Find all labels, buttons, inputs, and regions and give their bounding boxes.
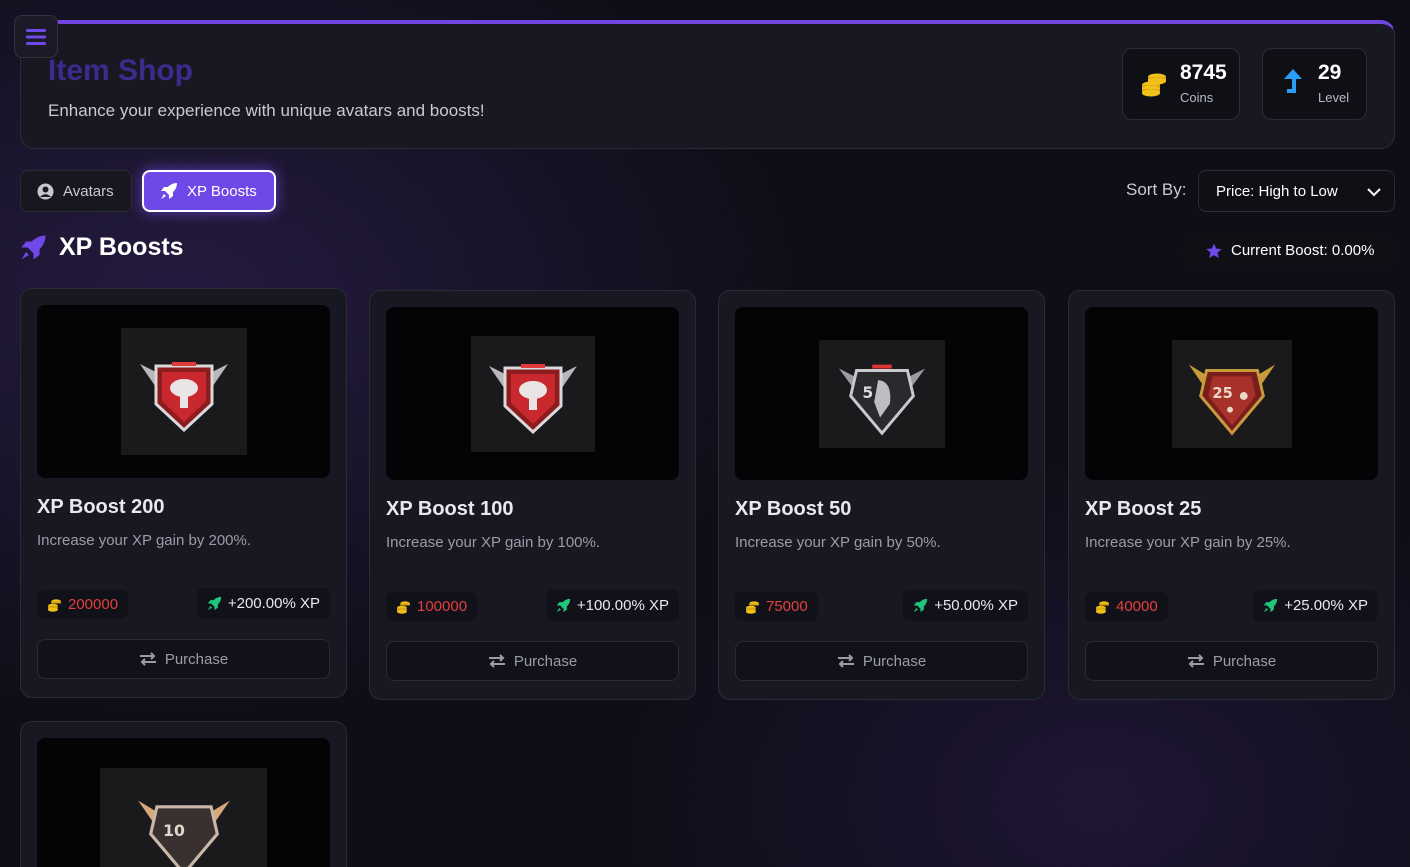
hamburger-icon — [26, 28, 46, 45]
item-price: 100000 — [386, 592, 478, 621]
rocket-icon — [20, 234, 47, 261]
rocket-icon — [913, 598, 928, 613]
red-nuke-emblem-icon — [488, 363, 577, 434]
coins-value: 8745 — [1180, 61, 1227, 84]
coins-icon — [745, 599, 760, 614]
coins-icon — [1095, 599, 1110, 614]
item-image: 25 — [1085, 307, 1378, 480]
exchange-icon — [488, 654, 506, 668]
exchange-icon — [139, 652, 157, 666]
item-image: 5 — [735, 307, 1028, 480]
item-xp-bonus: +50.00% XP — [903, 590, 1028, 621]
level-label: Level — [1318, 90, 1350, 105]
item-description: Increase your XP gain by 200%. — [37, 532, 252, 549]
rocket-icon — [160, 182, 178, 200]
item-description: Increase your XP gain by 100%. — [386, 534, 601, 551]
item-xp-value: +200.00% XP — [227, 595, 320, 612]
purchase-label: Purchase — [862, 652, 927, 670]
item-card-xp-boost-200: XP Boost 200 Increase your XP gain by 20… — [20, 288, 347, 698]
tab-avatars[interactable]: Avatars — [20, 170, 132, 212]
section-title: XP Boosts — [20, 233, 184, 262]
item-xp-value: +25.00% XP — [1284, 597, 1368, 614]
level-up-arrow-icon — [1283, 69, 1303, 104]
current-boost-text: Current Boost: 0.00% — [1231, 242, 1375, 259]
coins-icon — [1140, 69, 1168, 102]
shop-header: Item Shop Enhance your experience with u… — [20, 20, 1395, 149]
item-card-xp-boost-100: XP Boost 100 Increase your XP gain by 10… — [369, 290, 696, 700]
item-card-xp-boost-25: 25 XP Boost 25 Increase your XP gain by … — [1068, 290, 1395, 700]
purchase-label: Purchase — [513, 652, 578, 670]
item-name: XP Boost 50 — [735, 498, 852, 520]
purchase-button[interactable]: Purchase — [1085, 641, 1378, 681]
purchase-button[interactable]: Purchase — [735, 641, 1028, 681]
item-image — [386, 307, 679, 480]
chevron-down-icon — [1366, 184, 1382, 204]
item-xp-bonus: +25.00% XP — [1253, 590, 1378, 621]
tab-xp-boosts-label: XP Boosts — [187, 182, 257, 200]
exchange-icon — [1187, 654, 1205, 668]
sort-selected-value: Price: High to Low — [1216, 183, 1338, 200]
item-image: 10 — [37, 738, 330, 867]
exchange-icon — [837, 654, 855, 668]
svg-text:10: 10 — [163, 822, 185, 840]
item-xp-bonus: +100.00% XP — [545, 590, 679, 621]
rocket-icon — [556, 598, 571, 613]
item-xp-bonus: +200.00% XP — [196, 588, 330, 619]
user-circle-icon — [37, 183, 54, 200]
level-stat: 29 Level — [1262, 48, 1367, 120]
sort-select[interactable]: Price: High to Low — [1198, 170, 1395, 212]
item-price: 200000 — [37, 590, 129, 619]
item-xp-value: +100.00% XP — [576, 597, 669, 614]
rocket-icon — [207, 596, 222, 611]
purchase-button[interactable]: Purchase — [37, 639, 330, 679]
coins-icon — [396, 599, 411, 614]
item-description: Increase your XP gain by 25%. — [1085, 534, 1291, 551]
item-card-partial: 10 — [20, 721, 347, 867]
silver-reaper-emblem-icon: 5 — [838, 364, 925, 435]
sort-label: Sort By: — [1126, 180, 1187, 199]
page-subtitle: Enhance your experience with unique avat… — [48, 101, 485, 120]
section-title-text: XP Boosts — [59, 233, 184, 261]
item-price-value: 100000 — [417, 598, 468, 615]
item-price-value: 40000 — [1116, 598, 1158, 615]
item-description: Increase your XP gain by 50%. — [735, 534, 941, 551]
bronze-emblem-icon: 10 — [137, 800, 230, 867]
item-card-xp-boost-50: 5 XP Boost 50 Increase your XP gain by 5… — [718, 290, 1045, 700]
item-name: XP Boost 25 — [1085, 498, 1202, 520]
coins-label: Coins — [1180, 90, 1214, 105]
tab-avatars-label: Avatars — [63, 182, 114, 200]
star-icon — [1206, 243, 1222, 259]
item-name: XP Boost 100 — [386, 498, 514, 520]
item-name: XP Boost 200 — [37, 496, 165, 518]
level-value: 29 — [1318, 61, 1342, 84]
item-xp-value: +50.00% XP — [934, 597, 1018, 614]
item-price: 40000 — [1085, 592, 1168, 621]
coins-icon — [47, 597, 62, 612]
gold-red-emblem-icon: 25 — [1188, 364, 1275, 435]
svg-text:5: 5 — [862, 382, 873, 401]
red-nuke-emblem-icon — [139, 361, 228, 432]
tab-xp-boosts[interactable]: XP Boosts — [142, 170, 276, 212]
svg-text:25: 25 — [1212, 384, 1232, 401]
item-price-value: 75000 — [766, 598, 808, 615]
coins-stat: 8745 Coins — [1122, 48, 1240, 120]
item-price-value: 200000 — [68, 596, 119, 613]
rocket-icon — [1263, 598, 1278, 613]
item-image — [37, 305, 330, 478]
current-boost-badge: Current Boost: 0.00% — [1183, 233, 1395, 268]
page-title: Item Shop — [48, 54, 194, 87]
menu-button[interactable] — [14, 15, 58, 58]
item-price: 75000 — [735, 592, 818, 621]
purchase-label: Purchase — [164, 650, 229, 668]
purchase-label: Purchase — [1212, 652, 1277, 670]
purchase-button[interactable]: Purchase — [386, 641, 679, 681]
